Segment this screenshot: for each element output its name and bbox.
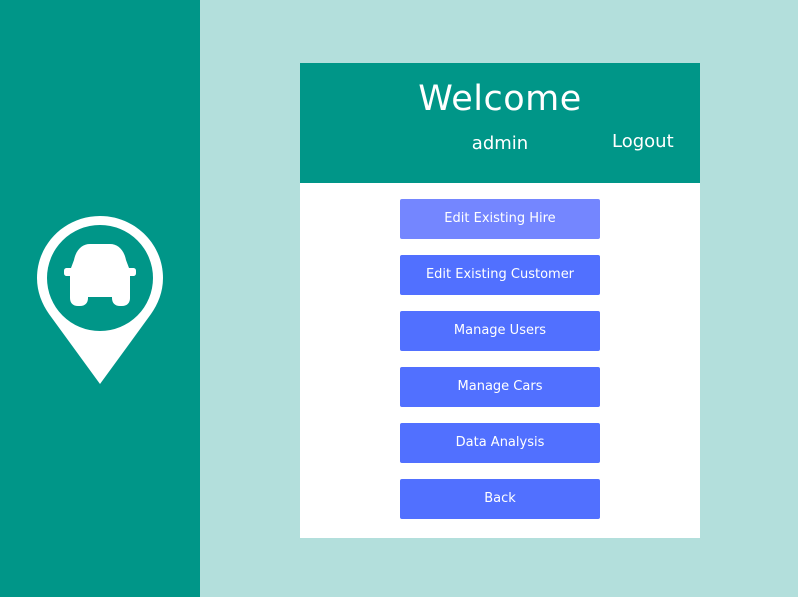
app-window: Welcome admin Logout Edit Existing Hire …: [0, 0, 798, 597]
data-analysis-button[interactable]: Data Analysis: [400, 423, 600, 463]
car-location-pin-icon: [37, 216, 163, 384]
edit-existing-customer-button[interactable]: Edit Existing Customer: [400, 255, 600, 295]
menu: Edit Existing Hire Edit Existing Custome…: [400, 199, 600, 535]
edit-existing-hire-button[interactable]: Edit Existing Hire: [400, 199, 600, 239]
manage-cars-button[interactable]: Manage Cars: [400, 367, 600, 407]
main-panel: Welcome admin Logout Edit Existing Hire …: [300, 63, 700, 538]
manage-users-button[interactable]: Manage Users: [400, 311, 600, 351]
back-button[interactable]: Back: [400, 479, 600, 519]
panel-header: Welcome admin Logout: [300, 63, 700, 183]
logout-button[interactable]: Logout: [612, 130, 712, 154]
welcome-title: Welcome: [418, 79, 582, 119]
sidebar: [0, 0, 200, 597]
